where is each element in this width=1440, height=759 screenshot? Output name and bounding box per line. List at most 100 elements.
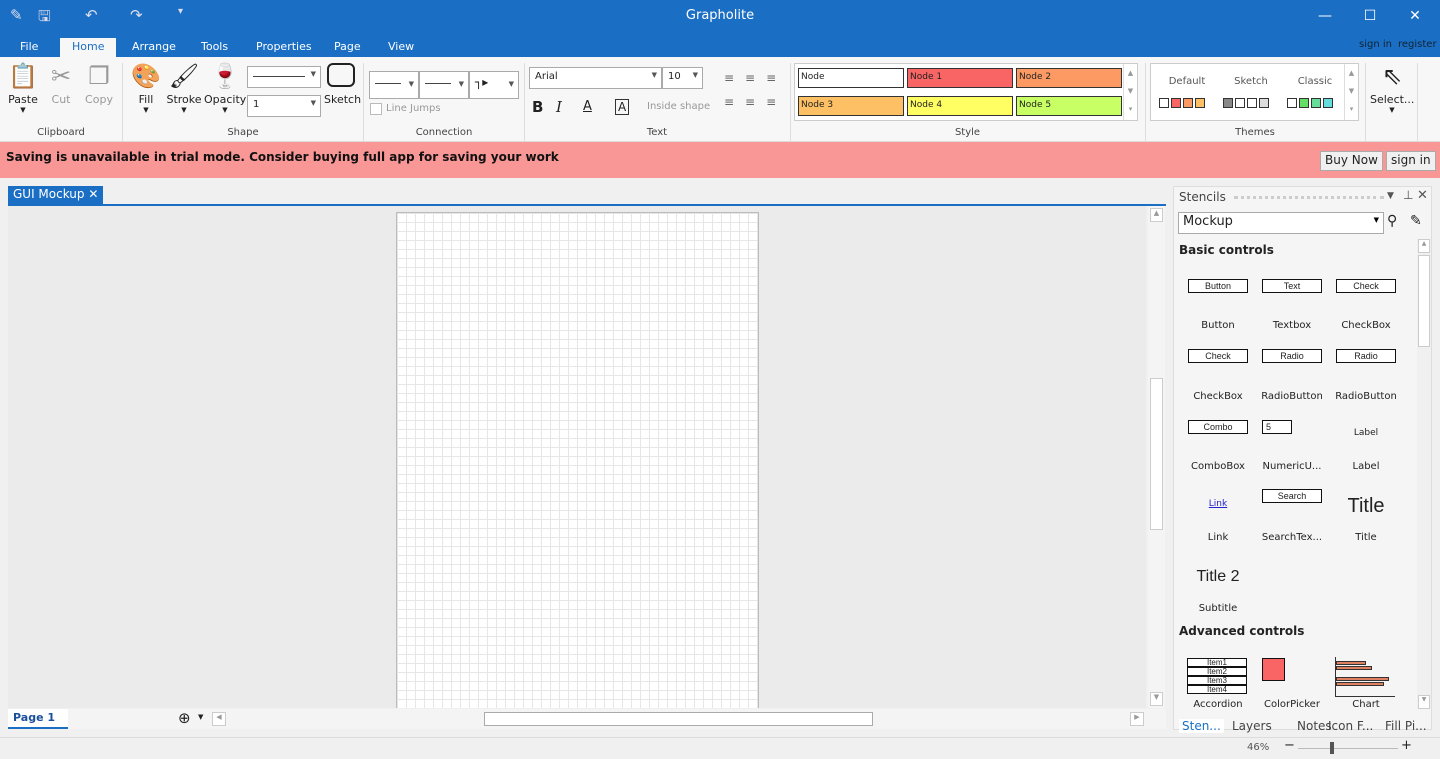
- paste-button[interactable]: 📋 Paste ▼: [6, 61, 40, 114]
- font-family-dropdown[interactable]: Arial ▼: [529, 67, 662, 89]
- theme-swatch[interactable]: [1287, 98, 1297, 108]
- stencil-label[interactable]: Chart: [1328, 699, 1404, 710]
- tab-properties[interactable]: Properties: [244, 38, 324, 57]
- zoom-slider[interactable]: [1298, 748, 1398, 749]
- line-start-dropdown[interactable]: ▼: [369, 71, 419, 99]
- stencil-library-dropdown[interactable]: Mockup ▼: [1178, 212, 1384, 234]
- font-size-dropdown[interactable]: 10 ▼: [662, 67, 703, 89]
- search-icon[interactable]: ⚲: [1387, 213, 1397, 229]
- theme-swatch[interactable]: [1299, 98, 1309, 108]
- stencil-label[interactable]: NumericU...: [1254, 461, 1330, 472]
- panel-tab[interactable]: Fill Pi...: [1385, 719, 1427, 733]
- panel-menu-icon[interactable]: ▼: [1387, 191, 1394, 201]
- style-swatch[interactable]: Node 2: [1016, 68, 1122, 88]
- stencil-label[interactable]: Link: [1180, 532, 1256, 543]
- theme-swatch[interactable]: [1323, 98, 1333, 108]
- stencil-label[interactable]: Textbox: [1254, 320, 1330, 331]
- vertical-scrollbar[interactable]: ▲ ▼: [1148, 206, 1165, 708]
- stroke-button[interactable]: 🖌 Stroke ▼: [166, 61, 202, 114]
- scroll-left-button[interactable]: ◀: [212, 712, 226, 726]
- close-panel-icon[interactable]: ✕: [1417, 188, 1428, 203]
- style-swatch[interactable]: Node 3: [798, 96, 904, 116]
- stencil-label[interactable]: Label: [1328, 461, 1404, 472]
- stencil-label[interactable]: ColorPicker: [1254, 699, 1330, 710]
- theme-swatch[interactable]: [1159, 98, 1169, 108]
- stencil-label[interactable]: RadioButton: [1254, 391, 1330, 402]
- trial-sign-in-button[interactable]: sign in: [1386, 151, 1436, 171]
- tab-file[interactable]: File: [8, 38, 50, 57]
- zoom-slider-thumb[interactable]: [1330, 742, 1335, 754]
- line-jumps-checkbox[interactable]: [370, 103, 382, 115]
- bold-button[interactable]: B: [532, 98, 543, 116]
- theme-swatch[interactable]: [1311, 98, 1321, 108]
- connector-type-dropdown[interactable]: ┐▸ ▼: [469, 71, 519, 99]
- font-color-button[interactable]: A: [583, 99, 592, 114]
- stencil-preview[interactable]: Check: [1188, 349, 1248, 363]
- theme-swatch[interactable]: [1223, 98, 1233, 108]
- stencil-label[interactable]: Accordion: [1180, 699, 1256, 710]
- style-swatch[interactable]: Node 1: [907, 68, 1013, 88]
- panel-tab[interactable]: Notes: [1297, 719, 1332, 733]
- highlight-button[interactable]: A: [615, 99, 630, 115]
- stroke-width-dropdown[interactable]: 1 ▼: [247, 95, 321, 117]
- theme-swatch[interactable]: [1183, 98, 1193, 108]
- stencil-label[interactable]: Button: [1180, 320, 1256, 331]
- pin-icon[interactable]: ⊥: [1403, 188, 1413, 202]
- tab-tools[interactable]: Tools: [189, 38, 240, 57]
- tab-view[interactable]: View: [376, 38, 426, 57]
- stencil-preview[interactable]: Combo: [1188, 420, 1248, 434]
- stencil-scrollbar[interactable]: ▲ ▼: [1417, 239, 1431, 709]
- stencil-label[interactable]: CheckBox: [1328, 320, 1404, 331]
- panel-tab[interactable]: Icon F...: [1328, 719, 1373, 733]
- close-tab-icon[interactable]: ✕: [88, 187, 98, 201]
- stencil-preview[interactable]: Title 2: [1180, 568, 1256, 586]
- opacity-button[interactable]: 🍷 Opacity ▼: [204, 61, 246, 114]
- stencil-preview[interactable]: Radio: [1262, 349, 1322, 363]
- zoom-out-button[interactable]: −: [1284, 738, 1295, 753]
- stencil-preview[interactable]: Radio: [1336, 349, 1396, 363]
- horizontal-scroll-thumb[interactable]: [484, 712, 873, 726]
- buy-now-button[interactable]: Buy Now: [1320, 151, 1383, 171]
- tab-page[interactable]: Page: [322, 38, 373, 57]
- stencil-preview[interactable]: Search: [1262, 489, 1322, 503]
- stencil-preview[interactable]: Text: [1262, 279, 1322, 293]
- line-end-dropdown[interactable]: ▼: [419, 71, 469, 99]
- scroll-down-button[interactable]: ▼: [1150, 692, 1163, 706]
- panel-tab[interactable]: Layers: [1232, 719, 1272, 733]
- style-gallery-scroll[interactable]: ▲ ▼ ▾: [1123, 64, 1137, 120]
- scroll-up-button[interactable]: ▲: [1150, 208, 1163, 222]
- fill-button[interactable]: 🎨 Fill ▼: [130, 61, 162, 114]
- theme-swatch[interactable]: [1171, 98, 1181, 108]
- theme-label[interactable]: Default: [1155, 76, 1219, 87]
- add-page-icon[interactable]: ⊕: [178, 709, 191, 727]
- stencil-label[interactable]: SearchTex...: [1254, 532, 1330, 543]
- maximize-button[interactable]: ☐: [1350, 4, 1390, 28]
- color-picker-preview[interactable]: [1262, 658, 1285, 681]
- stencil-preview[interactable]: Check: [1336, 279, 1396, 293]
- stencil-label[interactable]: Title: [1328, 532, 1404, 543]
- stencil-preview[interactable]: 5: [1262, 420, 1292, 434]
- pencil-icon[interactable]: ✎: [1410, 213, 1422, 229]
- style-swatch[interactable]: Node 4: [907, 96, 1013, 116]
- select-button[interactable]: ⇖ Select... ▼: [1370, 61, 1414, 114]
- tab-home[interactable]: Home: [60, 38, 117, 57]
- inside-shape-button[interactable]: Inside shape: [647, 101, 710, 112]
- style-swatch[interactable]: Node: [798, 68, 904, 88]
- accordion-preview[interactable]: Item1 Item2 Item3 Item4: [1187, 658, 1247, 694]
- cut-button[interactable]: ✂ Cut: [46, 61, 76, 106]
- stencil-preview[interactable]: Link: [1180, 499, 1256, 509]
- tab-arrange[interactable]: Arrange: [120, 38, 188, 57]
- panel-drag-grip[interactable]: [1234, 196, 1384, 199]
- copy-button[interactable]: ❐ Copy: [82, 61, 116, 106]
- style-swatch[interactable]: Node 5: [1016, 96, 1122, 116]
- chart-preview[interactable]: [1335, 657, 1395, 697]
- stencil-scroll-thumb[interactable]: [1418, 255, 1430, 347]
- stencil-preview[interactable]: Label: [1328, 428, 1404, 438]
- stencil-preview[interactable]: Button: [1188, 279, 1248, 293]
- theme-swatch[interactable]: [1195, 98, 1205, 108]
- theme-swatch[interactable]: [1235, 98, 1245, 108]
- italic-button[interactable]: I: [556, 98, 562, 116]
- page-tab[interactable]: Page 1: [8, 709, 68, 729]
- stencil-label[interactable]: ComboBox: [1180, 461, 1256, 472]
- sign-in-link[interactable]: sign in: [1359, 39, 1392, 50]
